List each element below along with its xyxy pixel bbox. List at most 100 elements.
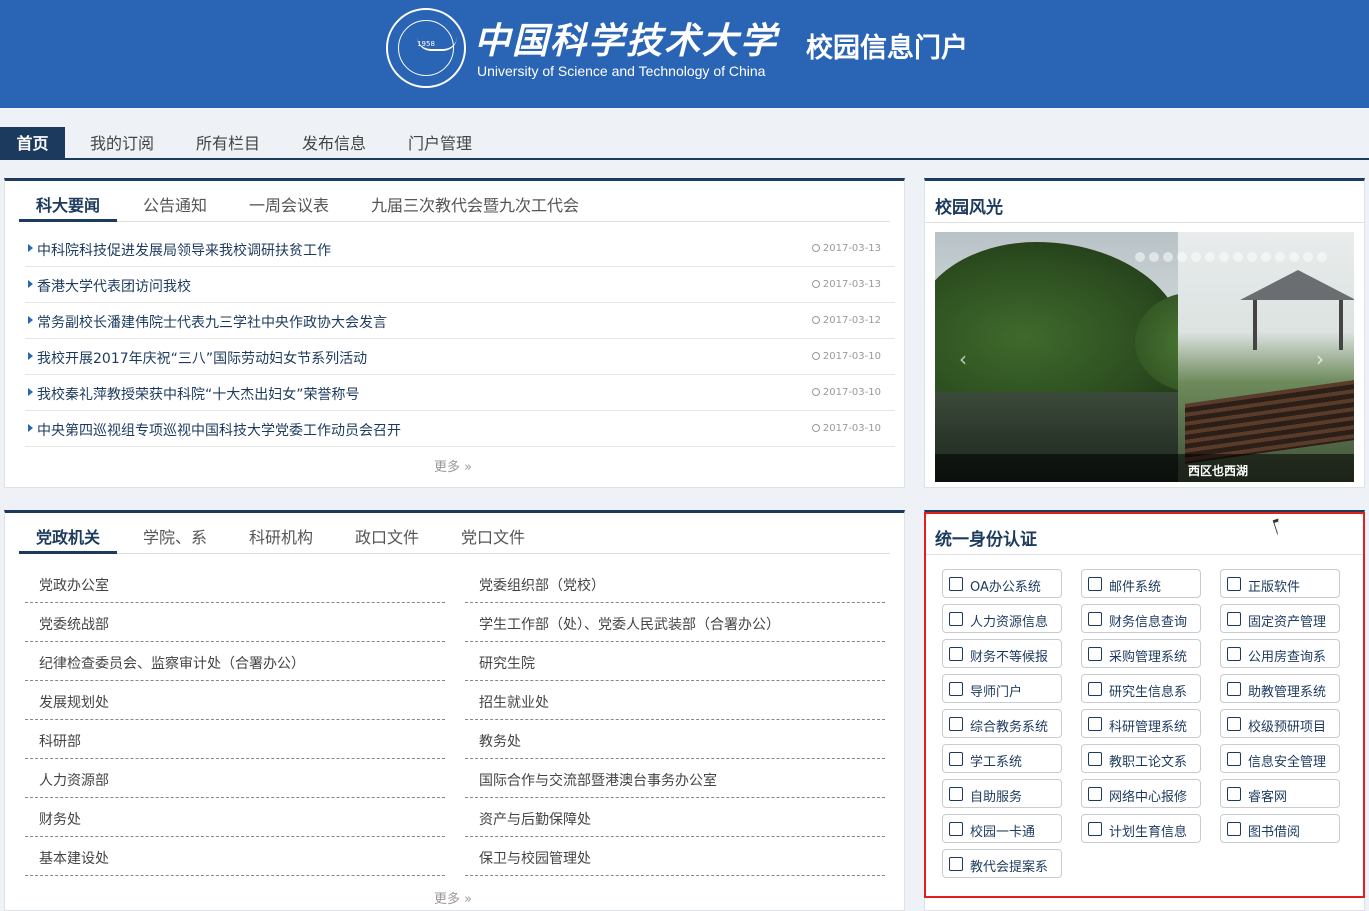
- system-button[interactable]: OA办公系统: [942, 569, 1062, 598]
- news-title[interactable]: 中科院科技促进发展局领导来我校调研扶贫工作: [37, 240, 331, 260]
- carousel-dot[interactable]: [1149, 252, 1159, 262]
- nav-publish[interactable]: 发布信息: [302, 127, 366, 158]
- carousel-dot[interactable]: [1317, 252, 1327, 262]
- dept-label[interactable]: 招生就业处: [479, 692, 549, 712]
- dept-label[interactable]: 基本建设处: [39, 848, 109, 868]
- carousel-dot[interactable]: [1275, 252, 1285, 262]
- nav-all-columns[interactable]: 所有栏目: [196, 127, 260, 158]
- tab-party-documents[interactable]: 党口文件: [461, 521, 525, 554]
- system-button[interactable]: 研究生信息系: [1081, 674, 1201, 703]
- dept-link[interactable]: 党委组织部（党校）: [465, 564, 885, 603]
- news-item[interactable]: 中央第四巡视组专项巡视中国科技大学党委工作动员会召开 2017-03-10: [25, 411, 895, 447]
- news-item[interactable]: 我校开展2017年庆祝“三八”国际劳动妇女节系列活动 2017-03-10: [25, 339, 895, 375]
- dept-label[interactable]: 国际合作与交流部暨港澳台事务办公室: [479, 770, 717, 790]
- news-title[interactable]: 我校开展2017年庆祝“三八”国际劳动妇女节系列活动: [37, 348, 367, 368]
- system-button[interactable]: 人力资源信息: [942, 604, 1062, 633]
- dept-label[interactable]: 党委组织部（党校）: [479, 575, 605, 595]
- carousel-dot[interactable]: [1163, 252, 1173, 262]
- dept-link[interactable]: 党政办公室: [25, 564, 445, 603]
- dept-label[interactable]: 学生工作部（处）、党委人民武装部（合署办公）: [479, 614, 780, 634]
- system-button[interactable]: 睿客网: [1220, 779, 1340, 808]
- tab-gov-documents[interactable]: 政口文件: [355, 521, 419, 554]
- news-item[interactable]: 中科院科技促进发展局领导来我校调研扶贫工作 2017-03-13: [25, 231, 895, 267]
- dept-label[interactable]: 纪律检查委员会、监察审计处（合署办公）: [39, 653, 305, 673]
- tab-announcements[interactable]: 公告通知: [143, 189, 207, 222]
- tab-ustc-news[interactable]: 科大要闻: [19, 189, 118, 222]
- dept-link[interactable]: 资产与后勤保障处: [465, 798, 885, 837]
- nav-home[interactable]: 首页: [0, 127, 65, 158]
- dept-link[interactable]: 科研部: [25, 720, 445, 759]
- system-button[interactable]: 采购管理系统: [1081, 639, 1201, 668]
- system-button[interactable]: 教代会提案系: [942, 849, 1062, 878]
- system-button[interactable]: 公用房查询系: [1220, 639, 1340, 668]
- system-button[interactable]: 自助服务: [942, 779, 1062, 808]
- system-button[interactable]: 正版软件: [1220, 569, 1340, 598]
- dept-label[interactable]: 财务处: [39, 809, 81, 829]
- dept-label[interactable]: 发展规划处: [39, 692, 109, 712]
- tab-congress[interactable]: 九届三次教代会暨九次工代会: [371, 189, 579, 222]
- dept-link[interactable]: 学生工作部（处）、党委人民武装部（合署办公）: [465, 603, 885, 642]
- system-button[interactable]: 财务不等候报: [942, 639, 1062, 668]
- system-button[interactable]: 图书借阅: [1220, 814, 1340, 843]
- news-more-link[interactable]: 更多 »: [434, 456, 472, 475]
- news-title[interactable]: 我校秦礼萍教授荣获中科院“十大杰出妇女”荣誉称号: [37, 384, 360, 404]
- dept-label[interactable]: 人力资源部: [39, 770, 109, 790]
- dept-link[interactable]: 党委统战部: [25, 603, 445, 642]
- system-button[interactable]: 综合教务系统: [942, 709, 1062, 738]
- carousel-dot[interactable]: [1247, 252, 1257, 262]
- carousel-dot[interactable]: [1303, 252, 1313, 262]
- dept-link[interactable]: 研究生院: [465, 642, 885, 681]
- dept-link[interactable]: 国际合作与交流部暨港澳台事务办公室: [465, 759, 885, 798]
- dept-link[interactable]: 财务处: [25, 798, 445, 837]
- system-button[interactable]: 网络中心报修: [1081, 779, 1201, 808]
- tab-research-institutes[interactable]: 科研机构: [249, 521, 313, 554]
- tab-schools[interactable]: 学院、系: [143, 521, 207, 554]
- tab-weekly-meetings[interactable]: 一周会议表: [249, 189, 329, 222]
- dept-link[interactable]: 基本建设处: [25, 837, 445, 876]
- dept-label[interactable]: 资产与后勤保障处: [479, 809, 591, 829]
- nav-portal-admin[interactable]: 门户管理: [408, 127, 472, 158]
- dept-label[interactable]: 保卫与校园管理处: [479, 848, 591, 868]
- dept-link[interactable]: 发展规划处: [25, 681, 445, 720]
- tab-party-admin[interactable]: 党政机关: [19, 521, 118, 554]
- carousel-dot[interactable]: [1135, 252, 1145, 262]
- dept-link[interactable]: 教务处: [465, 720, 885, 759]
- system-button[interactable]: 信息安全管理: [1220, 744, 1340, 773]
- system-button[interactable]: 计划生育信息: [1081, 814, 1201, 843]
- system-button[interactable]: 校园一卡通: [942, 814, 1062, 843]
- dept-link[interactable]: 保卫与校园管理处: [465, 837, 885, 876]
- system-button[interactable]: 导师门户: [942, 674, 1062, 703]
- news-title[interactable]: 常务副校长潘建伟院士代表九三学社中央作政协大会发言: [37, 312, 387, 332]
- carousel-next-icon[interactable]: ›: [1316, 347, 1324, 371]
- news-item[interactable]: 香港大学代表团访问我校 2017-03-13: [25, 267, 895, 303]
- dept-link[interactable]: 人力资源部: [25, 759, 445, 798]
- campus-photo-carousel[interactable]: ‹ › 西区也西湖: [935, 232, 1354, 482]
- dept-label[interactable]: 党政办公室: [39, 575, 109, 595]
- news-title[interactable]: 中央第四巡视组专项巡视中国科技大学党委工作动员会召开: [37, 420, 401, 440]
- carousel-prev-icon[interactable]: ‹: [959, 347, 967, 371]
- system-button[interactable]: 邮件系统: [1081, 569, 1201, 598]
- system-button[interactable]: 财务信息查询: [1081, 604, 1201, 633]
- nav-my-subscriptions[interactable]: 我的订阅: [90, 127, 154, 158]
- university-seal-logo[interactable]: 1958: [386, 8, 466, 88]
- carousel-dot[interactable]: [1289, 252, 1299, 262]
- system-button[interactable]: 学工系统: [942, 744, 1062, 773]
- dept-label[interactable]: 科研部: [39, 731, 81, 751]
- dept-link[interactable]: 纪律检查委员会、监察审计处（合署办公）: [25, 642, 445, 681]
- dept-label[interactable]: 教务处: [479, 731, 521, 751]
- system-button[interactable]: 教职工论文系: [1081, 744, 1201, 773]
- dept-link[interactable]: 招生就业处: [465, 681, 885, 720]
- carousel-dot[interactable]: [1177, 252, 1187, 262]
- carousel-dot[interactable]: [1191, 252, 1201, 262]
- news-item[interactable]: 常务副校长潘建伟院士代表九三学社中央作政协大会发言 2017-03-12: [25, 303, 895, 339]
- dept-label[interactable]: 党委统战部: [39, 614, 109, 634]
- departments-more-link[interactable]: 更多 »: [434, 888, 472, 907]
- news-item[interactable]: 我校秦礼萍教授荣获中科院“十大杰出妇女”荣誉称号 2017-03-10: [25, 375, 895, 411]
- news-title[interactable]: 香港大学代表团访问我校: [37, 276, 191, 296]
- system-button[interactable]: 助教管理系统: [1220, 674, 1340, 703]
- carousel-dot[interactable]: [1219, 252, 1229, 262]
- carousel-dot[interactable]: [1233, 252, 1243, 262]
- system-button[interactable]: 校级预研项目: [1220, 709, 1340, 738]
- system-button[interactable]: 科研管理系统: [1081, 709, 1201, 738]
- carousel-dot[interactable]: [1205, 252, 1215, 262]
